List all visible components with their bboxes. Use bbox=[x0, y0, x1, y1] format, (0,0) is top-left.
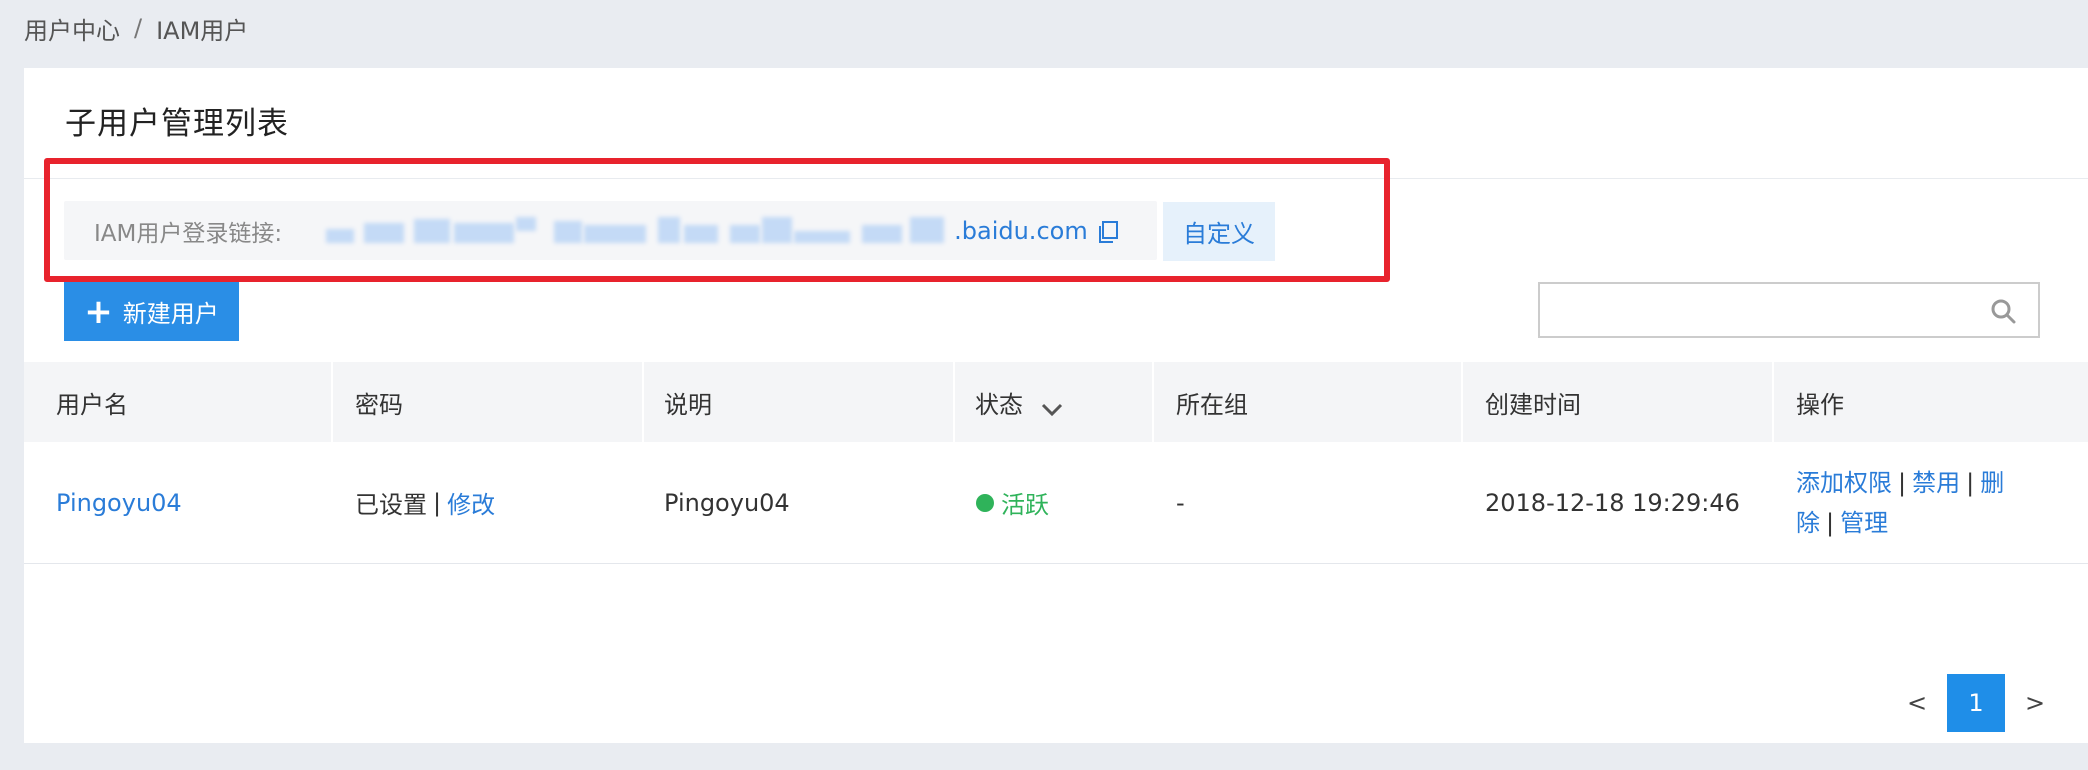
prev-page-button[interactable]: < bbox=[1893, 689, 1941, 717]
disable-link[interactable]: 禁用 bbox=[1912, 469, 1960, 497]
column-header-status[interactable]: 状态 bbox=[955, 362, 1154, 442]
page: 用户中心 / IAM用户 子用户管理列表 IAM用户登录链接: .baidu.c… bbox=[0, 0, 2088, 770]
new-user-button[interactable]: + 新建用户 bbox=[64, 282, 239, 341]
column-header-password: 密码 bbox=[333, 362, 644, 442]
next-page-button[interactable]: > bbox=[2011, 689, 2059, 717]
username-link[interactable]: Pingoyu04 bbox=[56, 489, 182, 517]
title-divider bbox=[24, 178, 2088, 179]
chevron-down-icon[interactable] bbox=[1041, 395, 1063, 417]
column-header-status-label: 状态 bbox=[975, 390, 1023, 419]
breadcrumb-separator: / bbox=[134, 14, 143, 42]
cell-username: Pingoyu04 bbox=[24, 442, 333, 563]
cell-created: 2018-12-18 19:29:46 bbox=[1463, 442, 1774, 563]
divider: | bbox=[433, 488, 442, 517]
page-1-button[interactable]: 1 bbox=[1947, 674, 2005, 732]
cell-password: 已设置 | 修改 bbox=[333, 442, 644, 563]
customize-button[interactable]: 自定义 bbox=[1163, 202, 1275, 261]
actions-group: 添加权限 | 禁用 | 删除 | 管理 bbox=[1796, 463, 2026, 543]
breadcrumb-item-iam-users: IAM用户 bbox=[156, 16, 249, 45]
table-row: Pingoyu04 已设置 | 修改 Pingoyu04 活跃 - 2018-1… bbox=[24, 442, 2088, 564]
description-text: Pingoyu04 bbox=[664, 488, 790, 517]
login-link-domain[interactable]: .baidu.com bbox=[954, 217, 1088, 245]
modify-password-link[interactable]: 修改 bbox=[447, 485, 495, 520]
column-header-group: 所在组 bbox=[1154, 362, 1463, 442]
divider: | bbox=[1826, 508, 1835, 537]
search-input[interactable] bbox=[1554, 284, 1978, 336]
page-title: 子用户管理列表 bbox=[65, 106, 289, 142]
breadcrumb-item-user-center[interactable]: 用户中心 bbox=[24, 11, 120, 46]
table-header: 用户名 密码 说明 状态 所在组 创建时间 操作 bbox=[24, 362, 2088, 442]
divider: | bbox=[1898, 468, 1907, 497]
column-header-username: 用户名 bbox=[24, 362, 333, 442]
cell-status: 活跃 bbox=[955, 442, 1154, 563]
search-icon[interactable] bbox=[1990, 298, 2016, 324]
created-time: 2018-12-18 19:29:46 bbox=[1485, 488, 1740, 517]
column-header-created: 创建时间 bbox=[1463, 362, 1774, 442]
manage-link[interactable]: 管理 bbox=[1840, 509, 1888, 537]
add-permission-link[interactable]: 添加权限 bbox=[1796, 469, 1892, 497]
main-card: 子用户管理列表 IAM用户登录链接: .baidu.com 自定义 + 新建用户… bbox=[24, 68, 2088, 743]
login-link-label: IAM用户登录链接: bbox=[94, 220, 283, 247]
column-header-description: 说明 bbox=[644, 362, 955, 442]
group-text: - bbox=[1176, 488, 1185, 517]
column-header-actions: 操作 bbox=[1796, 390, 1844, 419]
pagination: < 1 > bbox=[1893, 674, 2059, 732]
login-link-redacted bbox=[284, 211, 954, 251]
password-status: 已设置 bbox=[355, 491, 427, 519]
new-user-label: 新建用户 bbox=[122, 300, 219, 328]
cell-description: Pingoyu04 bbox=[644, 442, 955, 563]
users-table: 用户名 密码 说明 状态 所在组 创建时间 操作 Pingoyu04 已设置 |… bbox=[24, 362, 2088, 564]
divider: | bbox=[1966, 468, 1975, 497]
plus-icon: + bbox=[84, 291, 113, 332]
search-box bbox=[1538, 282, 2040, 338]
status-badge: 活跃 bbox=[1001, 491, 1049, 519]
cell-actions: 添加权限 | 禁用 | 删除 | 管理 bbox=[1774, 442, 2088, 563]
login-link-bar: IAM用户登录链接: .baidu.com bbox=[64, 201, 1157, 260]
status-dot-icon bbox=[976, 493, 994, 512]
breadcrumb: 用户中心 / IAM用户 bbox=[24, 10, 248, 46]
cell-group: - bbox=[1154, 442, 1463, 563]
copy-icon[interactable] bbox=[1096, 220, 1118, 243]
